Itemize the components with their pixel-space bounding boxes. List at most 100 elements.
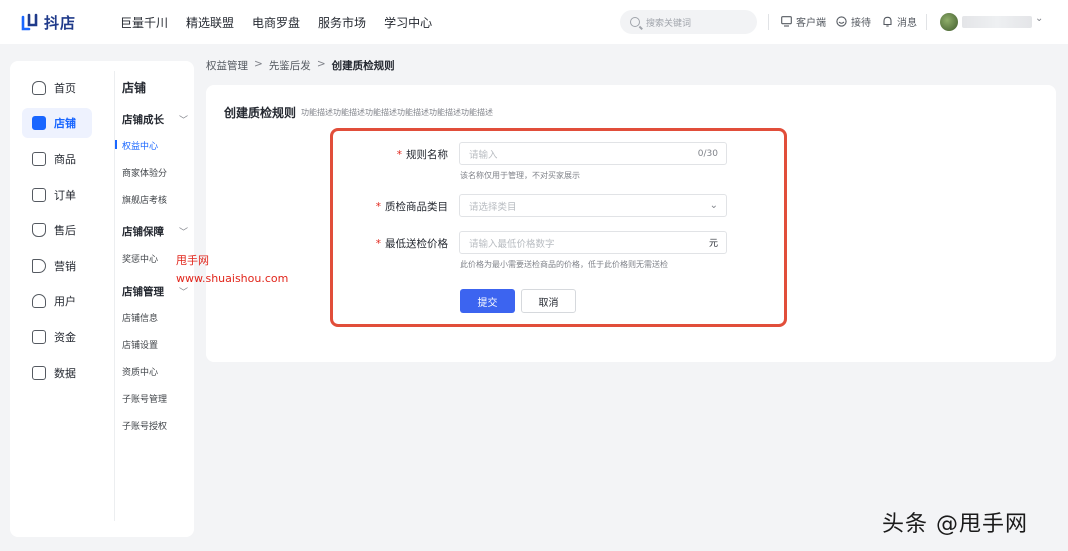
- avatar[interactable]: [940, 13, 958, 31]
- form-row-min-price: * 最低送检价格 请输入最低价格数字 元 此价格为最小需要送检商品的价格，低于此价…: [206, 231, 1056, 271]
- secondary-nav: 店铺 店铺成长 ﹀ 权益中心 商家体验分 旗舰店考核 店铺保障 ﹀ 奖惩中心 店…: [115, 61, 194, 537]
- nav-item-label: 权益中心: [122, 142, 159, 152]
- sidebar-item-data[interactable]: 数据: [22, 358, 92, 388]
- watermark-site-name: 甩手网: [176, 254, 209, 267]
- form-card: 创建质检规则 功能描述功能描述功能描述功能描述功能描述功能描述 * 规则名称 请输…: [206, 85, 1056, 362]
- client-button[interactable]: 客户端: [781, 14, 826, 29]
- breadcrumb-item[interactable]: 先鉴后发: [269, 58, 311, 73]
- top-nav: 巨量千川 精选联盟 电商罗盘 服务市场 学习中心: [120, 14, 450, 31]
- nav-group-growth[interactable]: 店铺成长 ﹀: [122, 112, 188, 127]
- account-name-redacted[interactable]: [962, 16, 1032, 28]
- nav-item-compass[interactable]: 电商罗盘: [252, 14, 300, 31]
- reception-button[interactable]: 接待: [836, 14, 871, 29]
- chevron-down-icon: ﹀: [178, 116, 188, 126]
- rule-name-input[interactable]: 请输入 0/30: [459, 142, 727, 165]
- chevron-down-icon[interactable]: ⌄: [1035, 13, 1043, 24]
- secondary-nav-title: 店铺: [122, 81, 147, 95]
- page-description: 功能描述功能描述功能描述功能描述功能描述功能描述: [301, 108, 493, 117]
- nav-item-store-settings[interactable]: 店铺设置: [122, 338, 158, 351]
- breadcrumb: 权益管理 > 先鉴后发 > 创建质检规则: [206, 58, 395, 73]
- submit-button[interactable]: 提交: [460, 289, 515, 313]
- required-mark: *: [396, 149, 402, 161]
- aftersale-icon: [32, 223, 46, 237]
- nav-group-label: 店铺管理: [122, 286, 164, 298]
- reception-label: 接待: [851, 18, 871, 29]
- rule-name-label: * 规则名称: [397, 147, 448, 162]
- min-price-label: * 最低送检价格: [376, 236, 448, 251]
- currency-suffix: 元: [708, 239, 718, 249]
- nav-item-market[interactable]: 服务市场: [318, 14, 366, 31]
- chevron-right-icon: >: [316, 58, 326, 70]
- nav-item-qianchuan[interactable]: 巨量千川: [120, 14, 168, 31]
- client-label: 客户端: [796, 18, 826, 29]
- sidebar-item-store[interactable]: 店铺: [22, 108, 92, 138]
- sidebar-item-label: 商品: [54, 153, 76, 166]
- breadcrumb-item[interactable]: 权益管理: [206, 58, 248, 73]
- required-mark: *: [375, 201, 381, 213]
- nav-item-learning[interactable]: 学习中心: [384, 14, 432, 31]
- nav-item-alliance[interactable]: 精选联盟: [186, 14, 234, 31]
- category-label: * 质检商品类目: [376, 199, 448, 214]
- message-label: 消息: [897, 18, 917, 29]
- chart-icon: [32, 366, 46, 380]
- nav-item-flagship-review[interactable]: 旗舰店考核: [122, 193, 167, 206]
- sidebar: 首页 店铺 商品 订单 售后 营销 用户 资金 数据 店铺 店铺成长 ﹀ 权益中…: [10, 61, 194, 537]
- sidebar-item-funds[interactable]: 资金: [22, 322, 92, 352]
- logo-icon: [21, 13, 38, 31]
- nav-item-qualification[interactable]: 资质中心: [122, 365, 158, 378]
- sidebar-item-order[interactable]: 订单: [22, 180, 92, 210]
- nav-item-experience-score[interactable]: 商家体验分: [122, 166, 167, 179]
- top-bar: 抖店 巨量千川 精选联盟 电商罗盘 服务市场 学习中心 搜索关键词 客户端 接待…: [0, 0, 1068, 44]
- breadcrumb-current: 创建质检规则: [331, 60, 395, 72]
- category-label-text: 质检商品类目: [385, 201, 448, 213]
- store-icon: [32, 116, 46, 130]
- sidebar-item-label: 首页: [54, 82, 76, 95]
- min-price-hint: 此价格为最小需要送检商品的价格，低于此价格则无需送检: [460, 260, 668, 269]
- category-select[interactable]: 请选择类目 ⌄: [459, 194, 727, 217]
- headset-icon: [836, 16, 847, 27]
- nav-item-reward-penalty[interactable]: 奖惩中心: [122, 252, 158, 265]
- sidebar-item-label: 用户: [54, 295, 76, 308]
- sidebar-item-label: 订单: [54, 189, 76, 202]
- monitor-icon: [781, 16, 792, 27]
- char-counter: 0/30: [697, 148, 718, 159]
- rule-name-hint: 该名称仅用于管理，不对买家展示: [460, 171, 580, 180]
- nav-item-subaccount-manage[interactable]: 子账号管理: [122, 392, 167, 405]
- sidebar-item-label: 店铺: [54, 117, 76, 130]
- sidebar-item-aftersale[interactable]: 售后: [22, 215, 92, 245]
- chevron-down-icon: ﹀: [178, 288, 188, 298]
- active-indicator: [115, 140, 117, 149]
- nav-item-rights-center[interactable]: 权益中心: [115, 139, 159, 152]
- divider: [926, 14, 927, 30]
- sidebar-item-label: 资金: [54, 331, 76, 344]
- watermark-bottom: 头条 @甩手网: [882, 512, 1028, 537]
- sidebar-item-home[interactable]: 首页: [22, 73, 92, 103]
- chevron-right-icon: >: [254, 58, 263, 70]
- nav-item-subaccount-auth[interactable]: 子账号授权: [122, 419, 167, 432]
- nav-group-management[interactable]: 店铺管理 ﹀: [122, 284, 188, 299]
- logo-text: 抖店: [44, 13, 77, 32]
- nav-group-label: 店铺保障: [122, 226, 164, 238]
- search-placeholder: 搜索关键词: [646, 18, 692, 29]
- sidebar-item-marketing[interactable]: 营销: [22, 251, 92, 281]
- rule-name-placeholder: 请输入: [469, 149, 498, 161]
- page-title: 创建质检规则: [224, 106, 297, 120]
- cancel-button[interactable]: 取消: [521, 289, 576, 313]
- min-price-input[interactable]: 请输入最低价格数字 元: [459, 231, 727, 254]
- logo[interactable]: 抖店: [20, 12, 96, 33]
- rule-name-label-text: 规则名称: [406, 149, 448, 161]
- nav-group-guarantee[interactable]: 店铺保障 ﹀: [122, 224, 188, 239]
- sidebar-item-user[interactable]: 用户: [22, 286, 92, 316]
- message-button[interactable]: 消息: [882, 14, 917, 29]
- form-row-category: * 质检商品类目 请选择类目 ⌄: [206, 194, 1056, 218]
- sidebar-divider: [114, 71, 115, 521]
- sidebar-item-product[interactable]: 商品: [22, 144, 92, 174]
- primary-nav: 首页 店铺 商品 订单 售后 营销 用户 资金 数据: [10, 61, 105, 537]
- order-icon: [32, 188, 46, 202]
- home-icon: [32, 81, 46, 95]
- wallet-icon: [32, 330, 46, 344]
- marketing-icon: [32, 259, 46, 273]
- nav-group-label: 店铺成长: [122, 114, 164, 126]
- nav-item-store-info[interactable]: 店铺信息: [122, 311, 158, 324]
- search-input[interactable]: 搜索关键词: [620, 10, 757, 34]
